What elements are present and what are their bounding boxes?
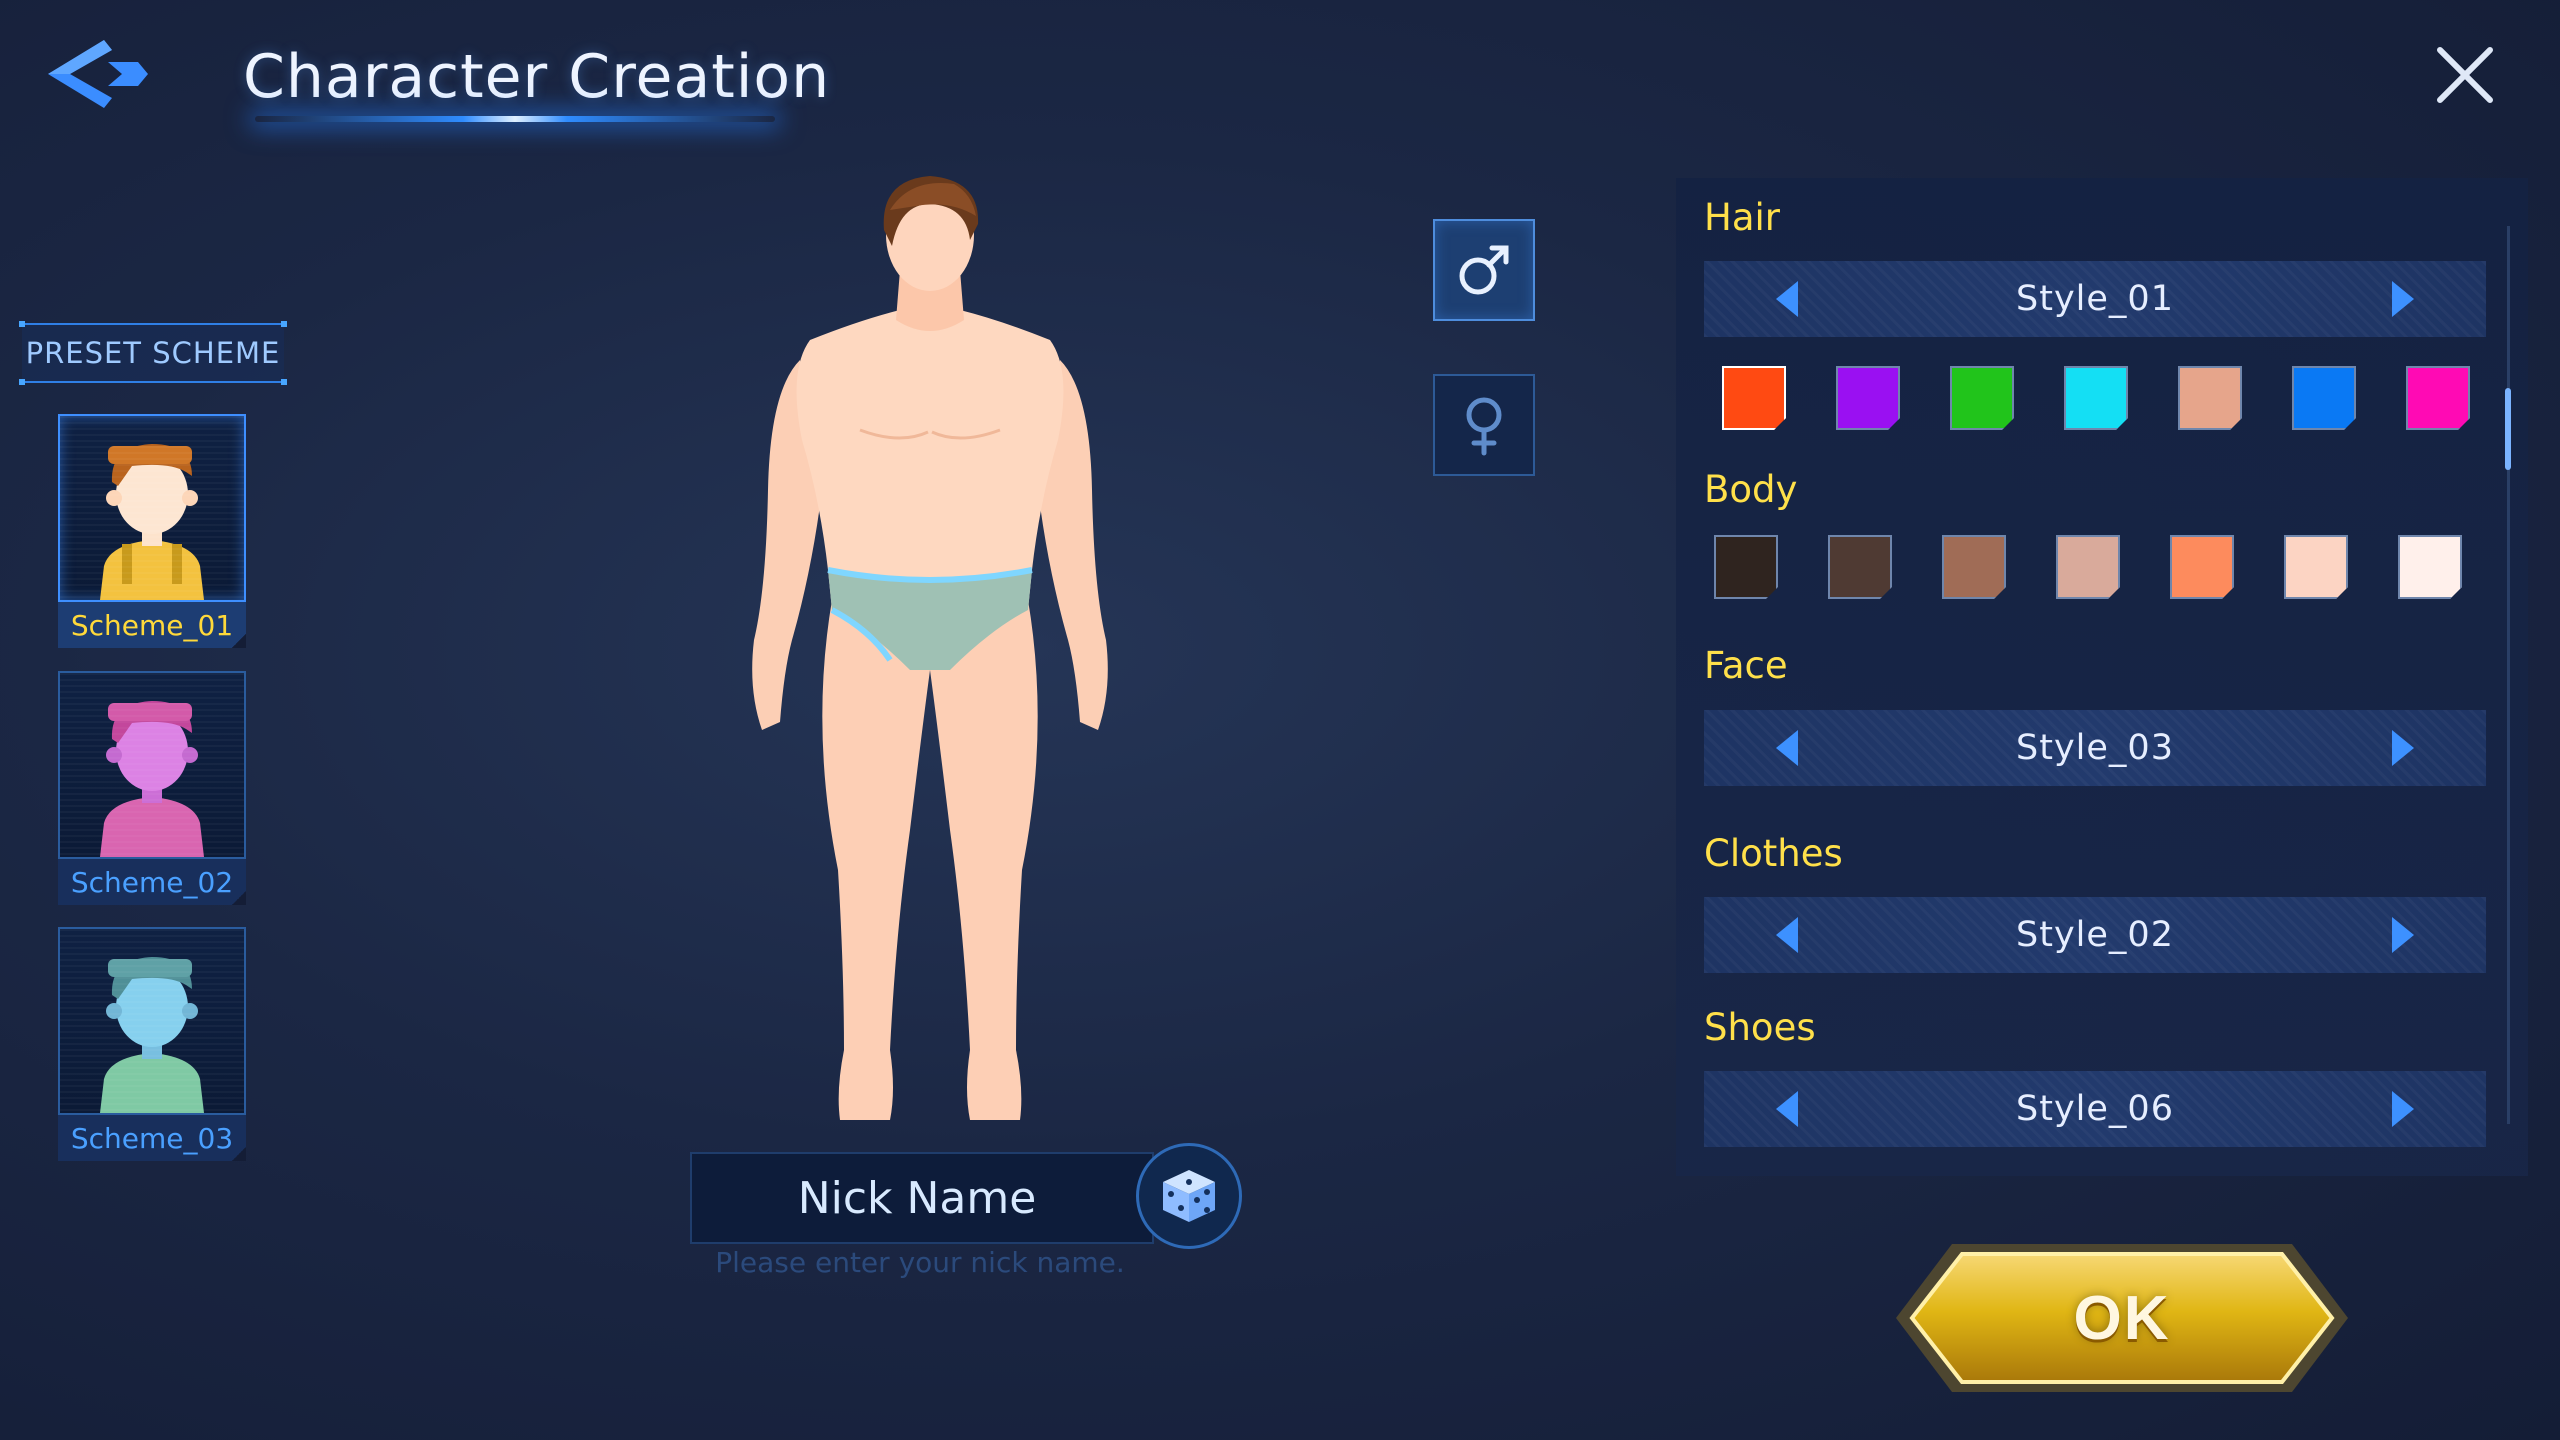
title-underline-glow [255, 116, 775, 122]
hair-style-value: Style_01 [2016, 279, 2174, 319]
scheme-portrait [58, 414, 246, 602]
nickname-label: Nick Name [797, 1172, 1037, 1224]
clothes-label: Clothes [1704, 832, 1843, 875]
hair-label: Hair [1704, 196, 1780, 239]
panel-scrollbar-track[interactable] [2507, 226, 2510, 1124]
preset-scheme-label: PRESET SCHEME [19, 321, 287, 385]
male-symbol-icon [1459, 245, 1509, 295]
gender-male-button[interactable] [1433, 219, 1535, 321]
male-character-figure [752, 176, 1108, 1120]
hair-color-swatch[interactable] [2292, 366, 2356, 430]
back-button[interactable] [44, 36, 154, 116]
title-area: Character Creation [215, 30, 829, 140]
scheme-portrait [58, 927, 246, 1115]
character-avatar-icon [100, 701, 204, 857]
scheme-name: Scheme_01 [58, 602, 246, 648]
hair-color-swatch[interactable] [2406, 366, 2470, 430]
ok-button[interactable]: OK [1892, 1240, 2352, 1396]
gender-female-button[interactable] [1433, 374, 1535, 476]
close-button[interactable] [2430, 40, 2500, 110]
ok-label: OK [2073, 1283, 2171, 1353]
panel-scrollbar-thumb[interactable] [2505, 388, 2511, 470]
body-color-swatch[interactable] [2170, 535, 2234, 599]
face-style-value: Style_03 [2016, 728, 2174, 768]
shoes-label: Shoes [1704, 1006, 1816, 1049]
face-next-arrow-icon[interactable] [2382, 728, 2422, 768]
hair-style-selector: Style_01 [1704, 261, 2486, 337]
nickname-hint: Please enter your nick name. [715, 1246, 1125, 1279]
body-color-swatch[interactable] [1714, 535, 1778, 599]
back-arrow-icon [48, 40, 148, 108]
face-style-selector: Style_03 [1704, 710, 2486, 786]
hair-color-swatch[interactable] [1722, 366, 1786, 430]
body-color-swatch[interactable] [1828, 535, 1892, 599]
hair-color-swatches [1714, 366, 2474, 442]
scheme-card-03[interactable]: Scheme_03 [58, 927, 246, 1175]
body-color-swatch[interactable] [2284, 535, 2348, 599]
hair-prev-arrow-icon[interactable] [1768, 279, 1808, 319]
character-avatar-icon [100, 957, 204, 1113]
face-label: Face [1704, 644, 1788, 687]
body-color-swatch[interactable] [2056, 535, 2120, 599]
character-avatar-icon [100, 444, 204, 600]
scheme-card-01[interactable]: Scheme_01 [58, 414, 246, 662]
body-color-swatch[interactable] [2398, 535, 2462, 599]
shoes-next-arrow-icon[interactable] [2382, 1089, 2422, 1129]
preset-scheme-text: PRESET SCHEME [25, 336, 281, 370]
clothes-style-selector: Style_02 [1704, 897, 2486, 973]
body-color-swatch[interactable] [1942, 535, 2006, 599]
scheme-name: Scheme_02 [58, 859, 246, 905]
shoes-style-selector: Style_06 [1704, 1071, 2486, 1147]
shoes-prev-arrow-icon[interactable] [1768, 1089, 1808, 1129]
close-icon [2437, 47, 2493, 103]
female-symbol-icon [1466, 397, 1502, 456]
clothes-prev-arrow-icon[interactable] [1768, 915, 1808, 955]
clothes-next-arrow-icon[interactable] [2382, 915, 2422, 955]
clothes-style-value: Style_02 [2016, 915, 2174, 955]
body-color-swatches [1714, 535, 2474, 611]
face-prev-arrow-icon[interactable] [1768, 728, 1808, 768]
hair-color-swatch[interactable] [1950, 366, 2014, 430]
nickname-input[interactable]: Nick Name [690, 1152, 1154, 1244]
shoes-style-value: Style_06 [2016, 1089, 2174, 1129]
character-model [740, 170, 1120, 1130]
scheme-name: Scheme_03 [58, 1115, 246, 1161]
scheme-card-02[interactable]: Scheme_02 [58, 671, 246, 919]
body-label: Body [1704, 468, 1798, 511]
random-name-button[interactable] [1136, 1143, 1242, 1249]
hair-color-swatch[interactable] [2178, 366, 2242, 430]
dice-icon [1163, 1170, 1215, 1222]
scheme-portrait [58, 671, 246, 859]
hair-color-swatch[interactable] [1836, 366, 1900, 430]
hair-color-swatch[interactable] [2064, 366, 2128, 430]
hair-next-arrow-icon[interactable] [2382, 279, 2422, 319]
page-title: Character Creation [243, 42, 831, 112]
